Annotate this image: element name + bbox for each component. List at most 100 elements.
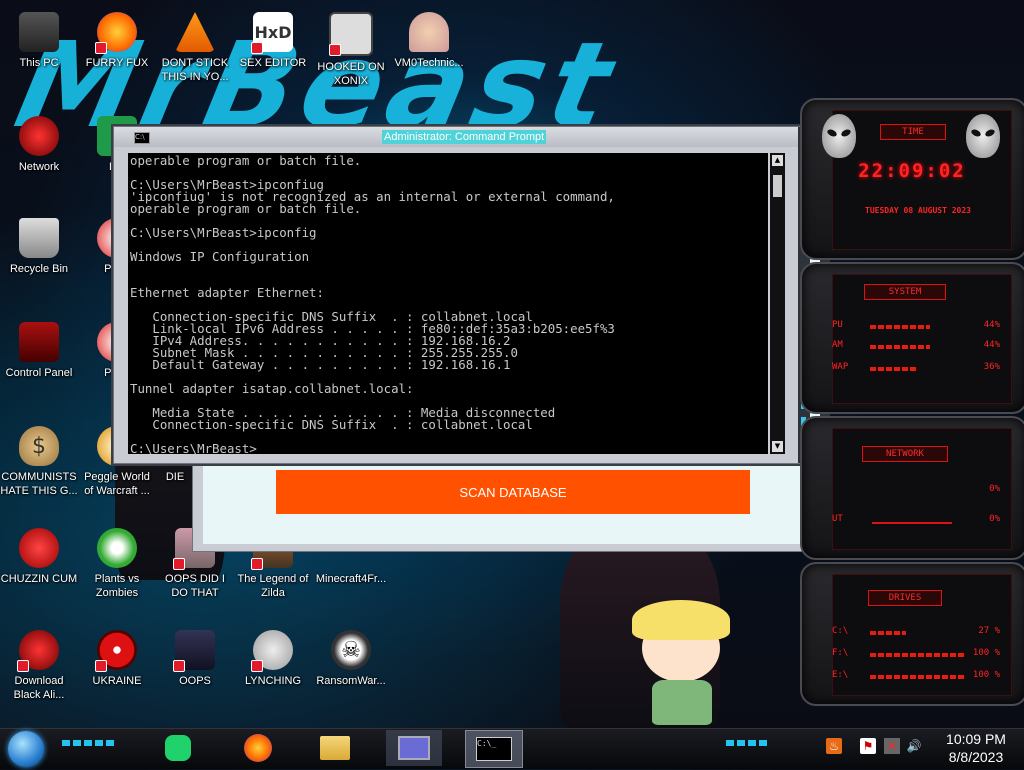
gadget-clock: 22:09:02 — [858, 160, 966, 182]
firefox-icon — [244, 734, 272, 762]
desktop-icon-label: Download Black Ali... — [13, 675, 65, 701]
hex-editor-icon: HxD — [251, 12, 293, 54]
desktop-icon-download-black-ali[interactable]: Download Black Ali... — [0, 624, 78, 714]
network-row-in: 0% — [989, 484, 1000, 494]
command-prompt-window[interactable]: C:\ Administrator: Command Prompt operab… — [113, 126, 810, 464]
desktop-icon-chuzzin-cum[interactable]: CHUZZIN CUM — [0, 522, 78, 612]
desktop-icon-label: COMMUNISTS HATE THIS G... — [0, 471, 78, 497]
desktop-icon-label: Network — [18, 161, 60, 173]
desktop-icon-label: HOOKED ON XONIX — [317, 61, 385, 87]
chuzzle-icon — [19, 528, 59, 568]
desktop-icon-label: Minecraft4Fr... — [315, 573, 387, 585]
desktop-icon-label: This PC — [19, 57, 59, 69]
desktop-icon-label: SEX EDITOR — [239, 57, 307, 69]
desktop-icon-label: LYNCHING — [244, 675, 302, 687]
cmd-window-title: Administrator: Command Prompt — [382, 130, 547, 144]
desktop-icon-vm0technic[interactable]: VM0Technic... — [390, 6, 468, 96]
desktop-icon-lynching[interactable]: LYNCHING — [234, 624, 312, 714]
desktop-icon-label: OOPS — [179, 675, 211, 687]
technician-icon — [409, 12, 449, 52]
desktop-icon-label: UKRAINE — [92, 675, 142, 687]
recycle-bin-icon — [19, 218, 59, 258]
desktop-icon-recycle-bin[interactable]: Recycle Bin — [0, 212, 78, 302]
system-row-cpu: PU 44% — [832, 320, 1000, 330]
app-window-icon — [173, 630, 215, 672]
taskbar-chat-app[interactable] — [155, 730, 201, 766]
system-row-swap: WAP 36% — [832, 362, 1000, 372]
taskbar-firefox[interactable] — [235, 730, 281, 766]
wallpaper-character — [632, 600, 742, 725]
desktop-icon-this-pc[interactable]: This PC — [0, 6, 78, 96]
cmd-title-bar[interactable]: C:\ Administrator: Command Prompt — [114, 127, 807, 147]
desktop-icon-communists[interactable]: $ COMMUNISTS HATE THIS G... — [0, 420, 78, 510]
desktop-icon-label: DONT STICK THIS IN YO... — [161, 57, 229, 83]
desktop-icon-label: CHUZZIN CUM — [0, 573, 78, 585]
volume-icon[interactable]: 🔊 — [906, 738, 922, 754]
control-panel-icon — [19, 322, 59, 362]
desktop-icon-network[interactable]: Network — [0, 110, 78, 200]
drives-gadget-title: DRIVES — [868, 590, 942, 606]
gadget-date: TUESDAY 08 AUGUST 2023 — [865, 206, 971, 215]
clock-time: 10:09 PM — [946, 731, 1006, 747]
skull-icon: ☠ — [331, 630, 371, 670]
alien-logo-icon — [822, 114, 856, 158]
desktop-icon-label: VM0Technic... — [394, 57, 464, 69]
desktop-icon-dont-stick[interactable]: DONT STICK THIS IN YO... — [156, 6, 234, 96]
drive-row-c: C:\ 27 % — [832, 626, 1000, 636]
drive-row-e: E:\ 100 % — [832, 670, 1000, 680]
desktop-icon-label: Control Panel — [5, 367, 73, 379]
network-share-icon — [251, 630, 293, 672]
scroll-down-arrow-icon[interactable]: ▼ — [772, 441, 783, 452]
file-explorer-icon — [320, 736, 350, 760]
taskbar-decoration — [726, 740, 770, 746]
radiation-icon — [95, 630, 137, 672]
desktop-icon-sex-editor[interactable]: HxD SEX EDITOR — [234, 6, 312, 96]
taskbar-app-window[interactable] — [386, 730, 442, 766]
command-prompt-icon: C:\ — [134, 132, 150, 144]
alien-logo-icon — [966, 114, 1000, 158]
network-disconnected-icon[interactable]: ✕ — [884, 738, 900, 754]
desktop-icon-plants-vs-zombies[interactable]: Plants vs Zombies — [78, 522, 156, 612]
desktop-icon-hooked-on-xonix[interactable]: HOOKED ON XONIX — [312, 6, 390, 96]
desktop-icon-label: Plants vs Zombies — [94, 573, 140, 599]
alien-icon — [17, 630, 59, 672]
xonix-game-icon — [329, 12, 373, 56]
taskbar-clock[interactable]: 10:09 PM 8/8/2023 — [930, 728, 1022, 770]
taskbar-decoration — [62, 740, 117, 746]
command-prompt-icon: C:\_ — [476, 737, 512, 761]
cmd-output-text: operable program or batch file. C:\Users… — [130, 153, 615, 454]
cmd-vertical-scrollbar[interactable]: ▲ ▼ — [770, 153, 785, 454]
security-flag-icon[interactable]: ⚑ — [860, 738, 876, 754]
desktop-icon-ukraine[interactable]: UKRAINE — [78, 624, 156, 714]
firefox-icon — [95, 12, 137, 54]
network-row-out: UT 0% — [832, 514, 1000, 524]
clock-date: 8/8/2023 — [948, 749, 1004, 765]
taskbar-command-prompt[interactable]: C:\_ — [465, 730, 523, 768]
cmd-terminal-output[interactable]: operable program or batch file. C:\Users… — [128, 153, 768, 454]
taskbar-file-explorer[interactable] — [312, 730, 358, 766]
time-gadget-title: TIME — [880, 124, 946, 140]
system-row-ram: AM 44% — [832, 340, 1000, 350]
scroll-thumb[interactable] — [773, 175, 782, 197]
java-icon[interactable]: ♨ — [826, 738, 842, 754]
desktop-icon-label: The Legend of Zilda — [237, 573, 309, 599]
desktop-icon-oops[interactable]: OOPS — [156, 624, 234, 714]
desktop-icon-label: Recycle Bin — [9, 263, 69, 275]
scroll-up-arrow-icon[interactable]: ▲ — [772, 155, 783, 166]
app-window-icon — [398, 736, 430, 760]
desktop-icon-label: OOPS DID I DO THAT — [165, 573, 225, 599]
desktop-icon-label: FURRY FUX — [85, 57, 149, 69]
drive-row-f: F:\ 100 % — [832, 648, 1000, 658]
desktop-icon-ransomware[interactable]: ☠ RansomWar... — [312, 624, 390, 714]
desktop-icon-label: RansomWar... — [316, 675, 386, 687]
money-bag-icon: $ — [19, 426, 59, 466]
desktop-icon-control-panel[interactable]: Control Panel — [0, 316, 78, 406]
alien-network-icon — [19, 116, 59, 156]
plant-icon — [97, 528, 137, 568]
scan-database-button[interactable]: SCAN DATABASE — [276, 470, 750, 514]
desktop-icon-furry-fux[interactable]: FURRY FUX — [78, 6, 156, 96]
computer-icon — [19, 12, 59, 52]
start-button[interactable] — [8, 731, 44, 767]
chat-app-icon — [165, 735, 191, 761]
system-gadget-title: SYSTEM — [864, 284, 946, 300]
